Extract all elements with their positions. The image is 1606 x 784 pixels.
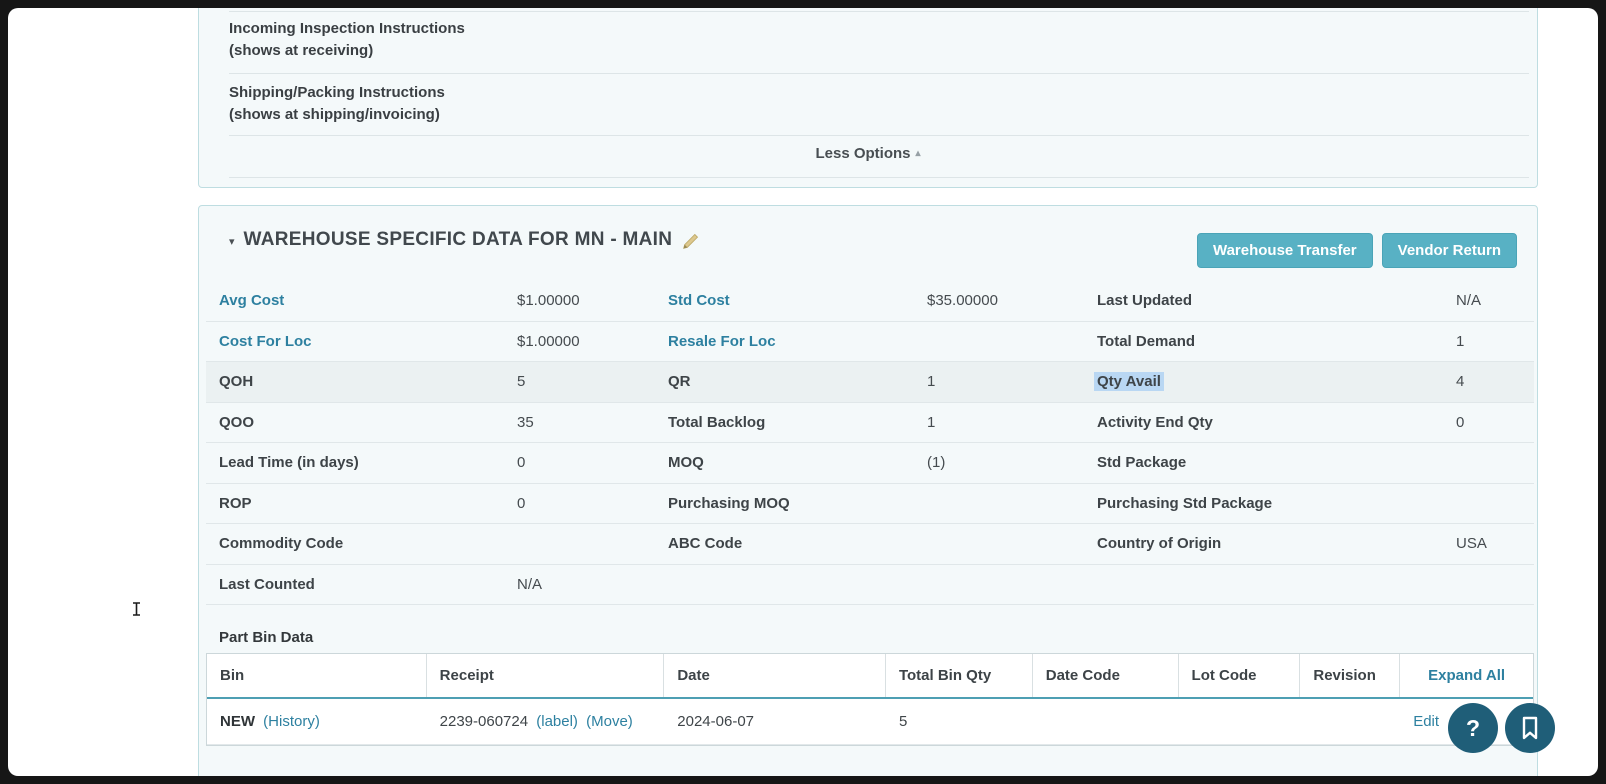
last-counted-label: Last Counted [219,576,517,593]
bin-history-link[interactable]: (History) [263,713,320,730]
receipt-label-link[interactable]: (label) [536,713,578,730]
total-backlog-label: Total Backlog [668,414,927,431]
row-divider [229,73,1529,74]
cost-for-loc-value: $1.00000 [517,333,668,350]
lead-time-value: 0 [517,454,668,471]
collapse-up-icon: ▴ [916,148,921,159]
part-bin-table-header: Bin Receipt Date Total Bin Qty Date Code… [207,654,1533,699]
avg-cost-value: $1.00000 [517,292,668,309]
part-bin-data-heading: Part Bin Data [219,629,313,646]
last-updated-label: Last Updated [1097,292,1456,309]
avg-cost-link[interactable]: Avg Cost [219,292,517,309]
row-divider [229,135,1529,136]
purchasing-moq-label: Purchasing MOQ [668,495,927,512]
moq-label: MOQ [668,454,927,471]
cost-for-loc-link[interactable]: Cost For Loc [219,333,517,350]
col-header-date: Date [664,654,886,697]
qty-avail-value: 4 [1456,373,1534,390]
grid-row: Lead Time (in days) 0 MOQ (1) Std Packag… [206,443,1534,484]
last-counted-value: N/A [517,576,668,593]
warehouse-panel-title: WAREHOUSE SPECIFIC DATA FOR MN - MAIN [244,229,673,251]
receipt-move-link[interactable]: (Move) [586,713,633,730]
qoh-label: QOH [219,373,517,390]
qoh-value: 5 [517,373,668,390]
edit-bin-link[interactable]: Edit [1413,713,1439,730]
edit-pencil-icon[interactable] [681,231,701,251]
qr-label: QR [668,373,927,390]
country-of-origin-value: USA [1456,535,1534,552]
resale-for-loc-link[interactable]: Resale For Loc [668,333,927,350]
rop-value: 0 [517,495,668,512]
instruction-title: Shipping/Packing Instructions [229,82,445,104]
selected-text-highlight: Qty Avail [1094,372,1164,391]
lead-time-label: Lead Time (in days) [219,454,517,471]
activity-end-qty-value: 0 [1456,414,1534,431]
commodity-code-label: Commodity Code [219,535,517,552]
bin-cell: NEW (History) [207,713,427,730]
expand-all-link[interactable]: Expand All [1400,654,1533,697]
part-bin-table: Bin Receipt Date Total Bin Qty Date Code… [206,653,1534,746]
qty-avail-label: Qty Avail [1097,373,1456,390]
bin-name: NEW [220,713,255,730]
grid-row: Avg Cost $1.00000 Std Cost $35.00000 Las… [206,281,1534,322]
grid-row: QOH 5 QR 1 Qty Avail 4 [206,362,1534,403]
grid-row: Commodity Code ABC Code Country of Origi… [206,524,1534,565]
section-collapse-caret-icon[interactable]: ▾ [229,235,235,248]
col-header-date-code: Date Code [1033,654,1179,697]
std-package-label: Std Package [1097,454,1456,471]
col-header-lot-code: Lot Code [1179,654,1301,697]
row-divider [229,11,1529,12]
grid-row: ROP 0 Purchasing MOQ Purchasing Std Pack… [206,484,1534,525]
rop-label: ROP [219,495,517,512]
qoo-value: 35 [517,414,668,431]
warehouse-action-buttons: Warehouse Transfer Vendor Return [1197,233,1517,268]
shipping-packing-instructions-label: Shipping/Packing Instructions (shows at … [229,82,445,126]
instruction-subtitle: (shows at receiving) [229,40,465,62]
app-window: Incoming Inspection Instructions (shows … [8,8,1598,776]
purchasing-std-package-label: Purchasing Std Package [1097,495,1456,512]
question-mark-icon: ? [1466,715,1480,742]
grid-row: QOO 35 Total Backlog 1 Activity End Qty … [206,403,1534,444]
text-cursor-icon [132,602,141,616]
warehouse-data-panel: ▾ WAREHOUSE SPECIFIC DATA FOR MN - MAIN … [198,205,1538,776]
grid-row: Last Counted N/A [206,565,1534,606]
vendor-return-button[interactable]: Vendor Return [1382,233,1517,268]
total-demand-value: 1 [1456,333,1534,350]
date-cell: 2024-06-07 [664,713,886,730]
warehouse-panel-header: ▾ WAREHOUSE SPECIFIC DATA FOR MN - MAIN [229,229,701,251]
instruction-title: Incoming Inspection Instructions [229,18,465,40]
receipt-number: 2239-060724 [440,713,528,730]
instruction-subtitle: (shows at shipping/invoicing) [229,104,445,126]
qr-value: 1 [927,373,1097,390]
part-options-panel: Incoming Inspection Instructions (shows … [198,8,1538,188]
qoo-label: QOO [219,414,517,431]
total-bin-qty-cell: 5 [886,713,1033,730]
warehouse-info-grid: Avg Cost $1.00000 Std Cost $35.00000 Las… [206,281,1534,605]
country-of-origin-label: Country of Origin [1097,535,1456,552]
receipt-cell: 2239-060724 (label) (Move) [427,713,665,730]
help-button[interactable]: ? [1448,703,1498,753]
col-header-bin: Bin [207,654,427,697]
std-cost-value: $35.00000 [927,292,1097,309]
col-header-total-bin-qty: Total Bin Qty [886,654,1033,697]
total-demand-label: Total Demand [1097,333,1456,350]
incoming-inspection-instructions-label: Incoming Inspection Instructions (shows … [229,18,465,62]
total-backlog-value: 1 [927,414,1097,431]
warehouse-transfer-button[interactable]: Warehouse Transfer [1197,233,1373,268]
std-cost-link[interactable]: Std Cost [668,292,927,309]
col-header-revision: Revision [1300,654,1400,697]
bookmark-button[interactable] [1505,703,1555,753]
bookmark-icon [1520,716,1540,740]
less-options-toggle[interactable]: Less Options ▴ [199,145,1537,162]
less-options-label: Less Options [815,145,910,162]
activity-end-qty-label: Activity End Qty [1097,414,1456,431]
moq-value: (1) [927,454,1097,471]
last-updated-value: N/A [1456,292,1534,309]
row-divider [229,177,1529,178]
abc-code-label: ABC Code [668,535,927,552]
grid-row: Cost For Loc $1.00000 Resale For Loc Tot… [206,322,1534,363]
col-header-receipt: Receipt [427,654,665,697]
table-row: NEW (History) 2239-060724 (label) (Move)… [207,699,1533,745]
